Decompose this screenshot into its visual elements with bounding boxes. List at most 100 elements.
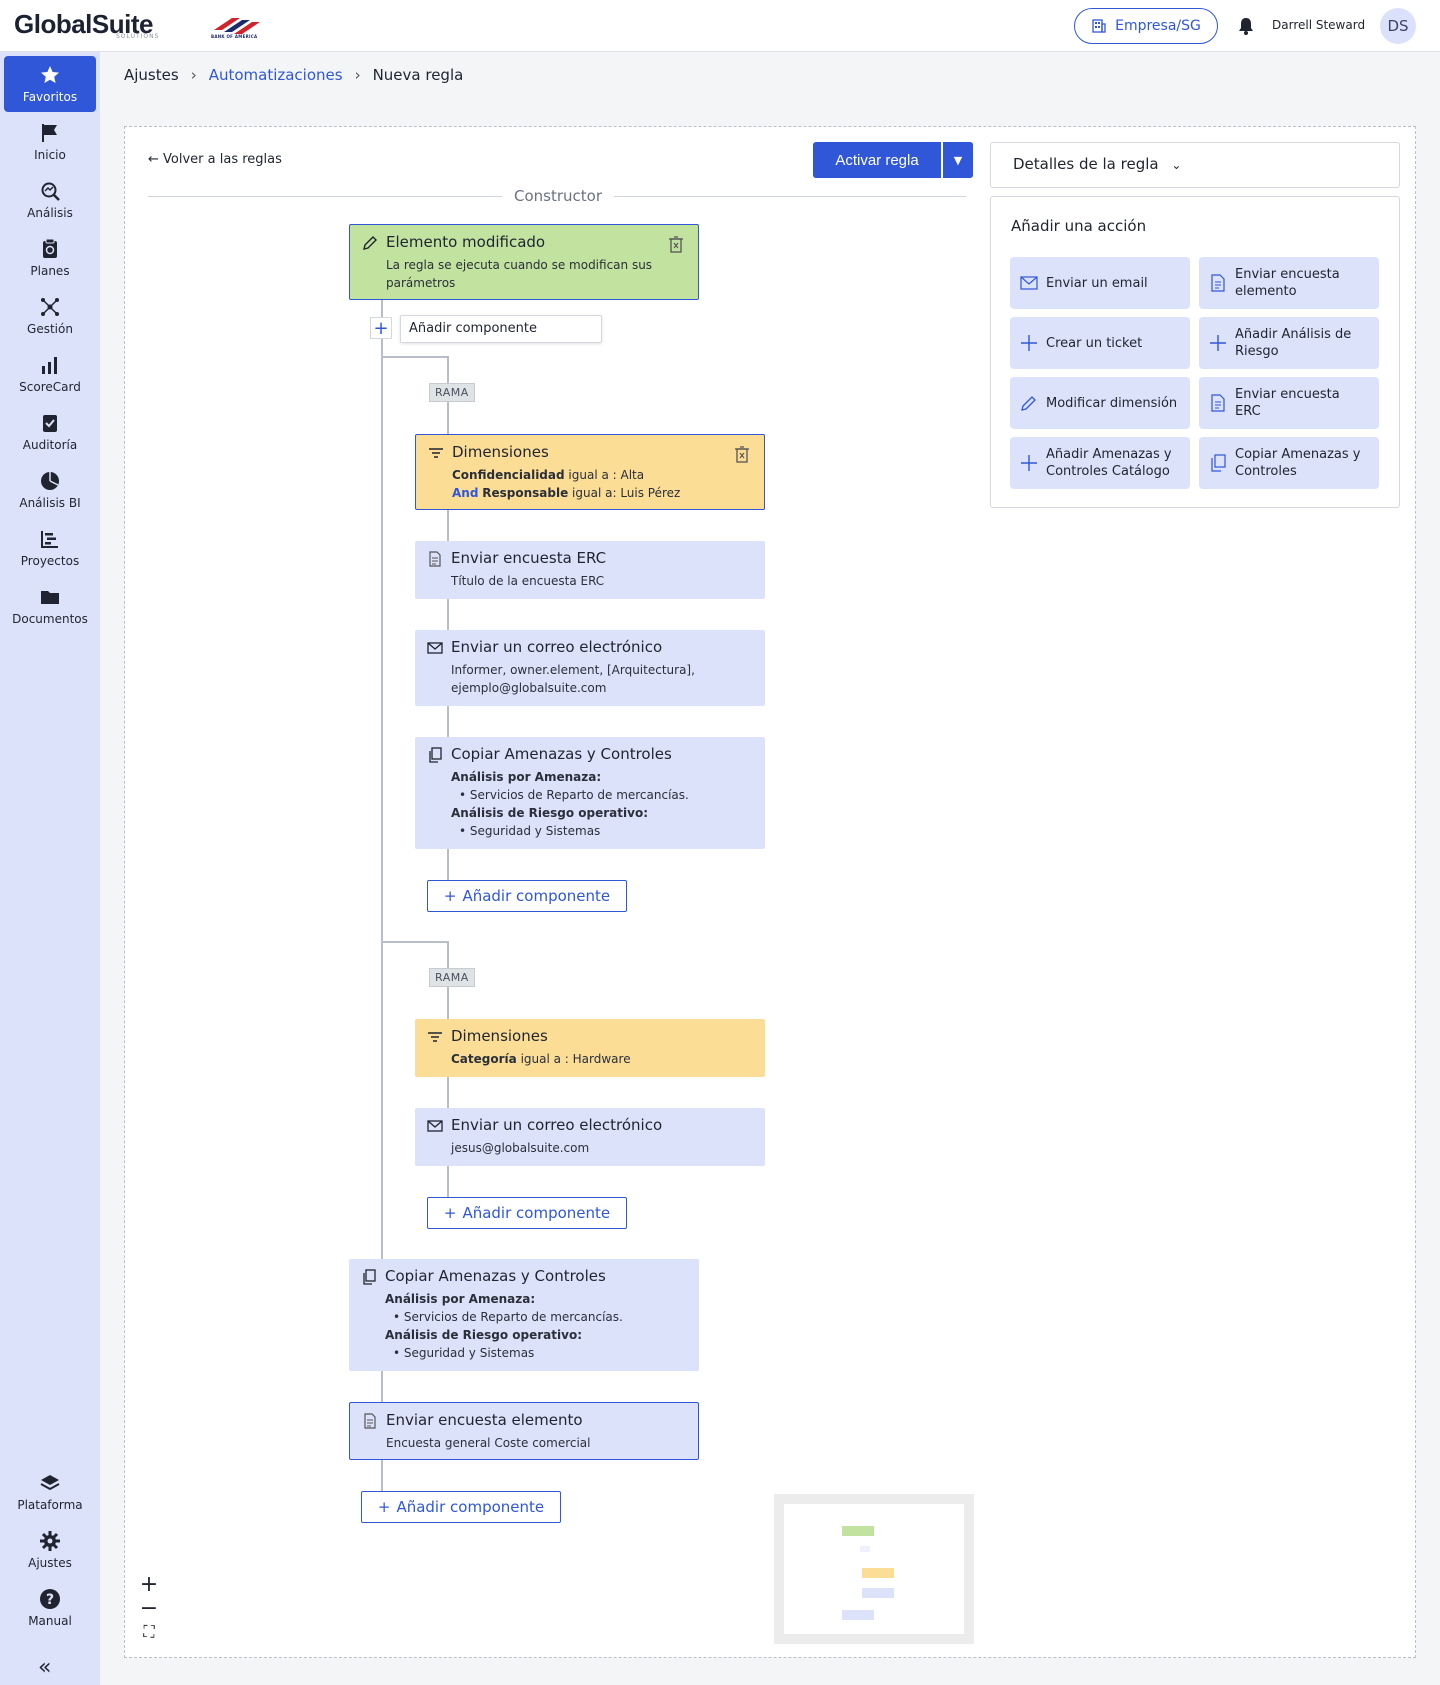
avatar[interactable]: DS [1380, 8, 1416, 44]
flag-icon [42, 124, 57, 142]
action-add-threats-catalog[interactable]: Añadir Amenazas y Controles Catálogo [1010, 437, 1190, 489]
node-list-item: Servicios de Reparto de mercancías. [459, 786, 753, 804]
zoom-in-icon[interactable]: + [138, 1572, 160, 1597]
sidebar-item-label: Inicio [34, 148, 66, 162]
trash-icon[interactable] [668, 235, 684, 253]
bell-icon[interactable] [1236, 16, 1256, 36]
node-description: Encuesta general Coste comercial [386, 1436, 591, 1450]
action-node-copy[interactable]: Copiar Amenazas y Controles Análisis por… [415, 737, 765, 849]
collapse-sidebar-icon[interactable]: « [38, 1655, 51, 1680]
zoom-out-icon[interactable]: − [138, 1596, 160, 1621]
sidebar-item-label: Análisis BI [19, 496, 81, 510]
sidebar-item-ajustes[interactable]: Ajustes [4, 1522, 96, 1578]
action-label: Enviar un email [1046, 275, 1148, 291]
fit-view-icon[interactable]: ⛶ [138, 1621, 160, 1643]
sidebar-item-plataforma[interactable]: Plataforma [4, 1464, 96, 1520]
sidebar-item-gestion[interactable]: Gestión [4, 288, 96, 344]
building-icon [1092, 19, 1106, 33]
node-description: And Responsable igual a: Luis Pérez [452, 486, 681, 500]
arrow-left-icon: ← [148, 152, 164, 167]
breadcrumb-section[interactable]: Automatizaciones [209, 66, 343, 84]
document-icon [1211, 394, 1225, 412]
node-title: Enviar encuesta elemento [386, 1411, 583, 1429]
activate-dropdown-button[interactable]: ▼ [941, 142, 973, 178]
action-modify-dimension[interactable]: Modificar dimensión [1010, 377, 1190, 429]
node-list-item: Seguridad y Sistemas [459, 822, 753, 840]
action-copy-threats[interactable]: Copiar Amenazas y Controles [1199, 437, 1379, 489]
action-add-risk-analysis[interactable]: Añadir Análisis de Riesgo [1199, 317, 1379, 369]
document-icon [364, 1413, 376, 1429]
company-label: Empresa/SG [1115, 18, 1201, 34]
add-component-button[interactable]: + Añadir componente [427, 880, 627, 912]
node-description: La regla se ejecuta cuando se modifican … [386, 258, 653, 290]
node-title: Elemento modificado [386, 233, 546, 251]
node-title: Copiar Amenazas y Controles [451, 745, 672, 763]
sidebar-item-auditoria[interactable]: Auditoría [4, 404, 96, 460]
sidebar-item-proyectos[interactable]: Proyectos [4, 520, 96, 576]
back-label: Volver a las reglas [163, 152, 282, 167]
sidebar-item-label: Proyectos [20, 554, 80, 568]
add-component-button[interactable]: + Añadir componente [427, 1197, 627, 1229]
node-description: jesus@globalsuite.com [451, 1141, 590, 1155]
node-list-item: Servicios de Reparto de mercancías. [393, 1308, 687, 1326]
sidebar-item-label: Ajustes [28, 1556, 72, 1570]
chevron-right-icon: › [190, 66, 197, 84]
sidebar-item-label: Auditoría [22, 438, 78, 452]
logo-subtitle: SOLUTIONS [116, 33, 160, 40]
action-node-email[interactable]: Enviar un correo electrónico Informer, o… [415, 630, 765, 706]
node-description: Título de la encuesta ERC [451, 574, 605, 588]
sidebar: Favoritos Inicio Análisis Planes Gestión… [0, 52, 100, 1685]
rule-details-dropdown[interactable]: Detalles de la regla ⌄ [990, 142, 1400, 188]
add-component-plus-button[interactable]: + [370, 317, 392, 339]
trash-icon[interactable] [734, 445, 750, 463]
node-title: Enviar encuesta ERC [451, 549, 607, 567]
sidebar-item-documentos[interactable]: Documentos [4, 578, 96, 634]
branch-label: RAMA [429, 383, 475, 402]
action-send-email[interactable]: Enviar un email [1010, 257, 1190, 309]
breadcrumb-root[interactable]: Ajustes [124, 66, 179, 84]
minimap-node [862, 1588, 894, 1598]
sidebar-item-scorecard[interactable]: ScoreCard [4, 346, 96, 402]
sidebar-item-analisis[interactable]: Análisis [4, 172, 96, 228]
action-node-erc[interactable]: Enviar encuesta ERC Título de la encuest… [415, 541, 765, 599]
condition-node[interactable]: Dimensiones Confidencialidad igual a : A… [415, 434, 765, 510]
sidebar-item-label: Favoritos [22, 90, 78, 104]
trigger-node[interactable]: Elemento modificado La regla se ejecuta … [349, 224, 699, 300]
action-node-survey[interactable]: Enviar encuesta elemento Encuesta genera… [349, 1402, 699, 1460]
company-selector[interactable]: Empresa/SG [1074, 8, 1218, 44]
rule-details-title: Detalles de la regla [1013, 155, 1159, 173]
sidebar-item-label: Gestión [27, 322, 73, 336]
add-action-title: Añadir una acción [1011, 217, 1147, 235]
copy-icon [1211, 454, 1226, 472]
sidebar-item-label: Manual [28, 1614, 72, 1628]
back-to-rules-link[interactable]: ← Volver a las reglas [148, 152, 282, 167]
node-heading: Análisis por Amenaza: [451, 770, 602, 784]
sidebar-item-planes[interactable]: Planes [4, 230, 96, 286]
analysis-icon [41, 182, 60, 201]
network-icon [41, 298, 59, 316]
chevron-down-icon: ▼ [953, 153, 963, 167]
action-send-element-survey[interactable]: Enviar encuesta elemento [1199, 257, 1379, 309]
minimap[interactable] [774, 1494, 974, 1644]
node-title: Enviar un correo electrónico [451, 638, 663, 656]
sidebar-item-analisis-bi[interactable]: Análisis BI [4, 462, 96, 518]
branch-connector [382, 356, 448, 358]
sidebar-item-manual[interactable]: ? Manual [4, 1580, 96, 1636]
sidebar-item-label: ScoreCard [19, 380, 81, 394]
sidebar-item-favoritos[interactable]: Favoritos [4, 56, 96, 112]
gear-icon [40, 1531, 60, 1551]
button-label: Añadir componente [462, 1204, 611, 1222]
node-description: ejemplo@globalsuite.com [451, 681, 607, 695]
document-icon [429, 551, 441, 567]
action-node-copy[interactable]: Copiar Amenazas y Controles Análisis por… [349, 1259, 699, 1371]
add-component-button[interactable]: + Añadir componente [361, 1491, 561, 1523]
action-create-ticket[interactable]: Crear un ticket [1010, 317, 1190, 369]
chevron-right-icon: › [354, 66, 361, 84]
user-name[interactable]: Darrell Steward [1272, 18, 1365, 32]
condition-node[interactable]: Dimensiones Categoría igual a : Hardware [415, 1019, 765, 1077]
action-label: Copiar Amenazas y Controles [1235, 447, 1361, 479]
action-node-email[interactable]: Enviar un correo electrónico jesus@globa… [415, 1108, 765, 1166]
sidebar-item-inicio[interactable]: Inicio [4, 114, 96, 170]
action-send-erc-survey[interactable]: Enviar encuesta ERC [1199, 377, 1379, 429]
mail-icon [427, 642, 443, 654]
